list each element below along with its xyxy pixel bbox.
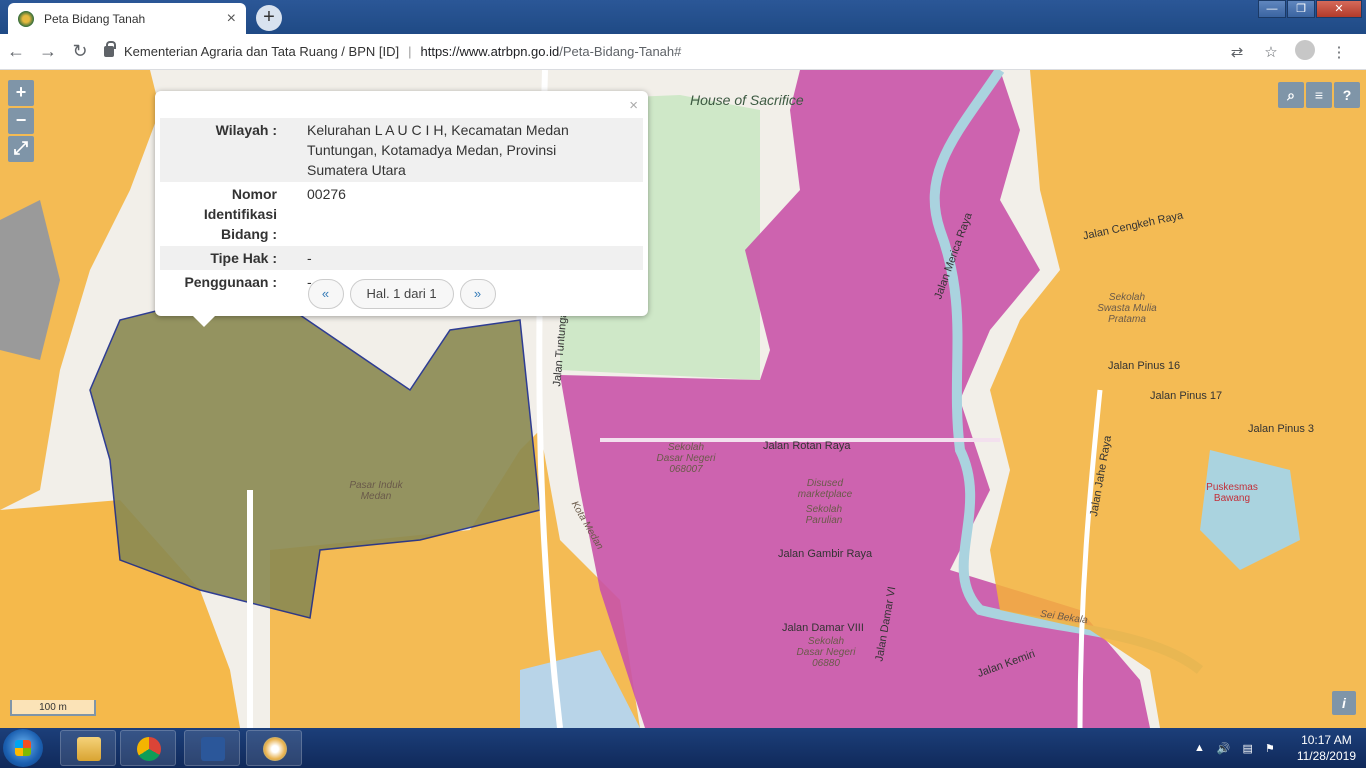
table-row: Wilayah : Kelurahan L A U C I H, Kecamat…	[160, 118, 643, 182]
site-favicon-icon	[18, 10, 34, 27]
minimize-button[interactable]: —	[1258, 0, 1286, 18]
url-domain: https://www.atrbpn.go.id	[420, 44, 560, 59]
next-page-button[interactable]: »	[459, 279, 496, 309]
network-icon[interactable]: ▤	[1243, 742, 1253, 755]
help-icon[interactable]: ?	[1334, 82, 1360, 108]
zoom-out-button[interactable]: −	[8, 108, 34, 134]
windows-taskbar: ▲ 🔊 ▤ ⚑ 10:17 AM 11/28/2019	[0, 728, 1366, 768]
zoom-in-button[interactable]: +	[8, 80, 34, 106]
lock-icon	[104, 41, 116, 57]
forward-button[interactable]: →	[32, 41, 64, 62]
taskbar-word[interactable]	[184, 730, 240, 766]
translate-icon[interactable]: ⇄	[1220, 43, 1254, 61]
label-puskesmas-bawang: Puskesmas Bawang	[1206, 482, 1258, 504]
action-center-icon[interactable]: ⚑	[1265, 742, 1275, 755]
label-pasar-induk-medan: Pasar Induk Medan	[349, 480, 403, 502]
popup-pager: « Hal. 1 dari 1 »	[155, 279, 648, 309]
taskbar-chrome[interactable]	[120, 730, 176, 766]
url-path: /Peta-Bidang-Tanah#	[559, 44, 682, 59]
scale-bar: 100 m	[10, 700, 96, 716]
label-jalan-damar-viii: Jalan Damar VIII	[782, 622, 864, 634]
label-jalan-pinus-3: Jalan Pinus 3	[1248, 423, 1315, 435]
label-jalan-pinus-16: Jalan Pinus 16	[1108, 360, 1181, 372]
clock-date: 11/28/2019	[1296, 749, 1356, 763]
label-house-of-sacrifice: House of Sacrifice	[690, 92, 804, 108]
tray-expand-icon[interactable]: ▲	[1194, 742, 1205, 754]
tab-title: Peta Bidang Tanah	[44, 11, 146, 26]
new-tab-button[interactable]: +	[256, 5, 282, 31]
parcel-info-table: Wilayah : Kelurahan L A U C I H, Kecamat…	[160, 118, 643, 294]
search-icon[interactable]: ⌕	[1278, 82, 1304, 108]
table-row: Nomor Identifikasi Bidang : 00276	[160, 182, 643, 246]
start-button[interactable]	[3, 729, 43, 767]
volume-icon[interactable]: 🔊	[1217, 742, 1231, 755]
window-controls: — ❐ ✕	[1257, 0, 1362, 18]
row-value: Kelurahan L A U C I H, Kecamatan Medan T…	[307, 122, 569, 178]
label-sekolah-dasar-negeri: Sekolah Dasar Negeri 068007	[656, 442, 716, 475]
label-jalan-rotan-raya: Jalan Rotan Raya	[763, 440, 851, 452]
browser-toolbar: ← → ↻ Kementerian Agraria dan Tata Ruang…	[0, 34, 1366, 70]
label-sekolah-swasta: Sekolah Swasta Mulia Pratama	[1097, 292, 1157, 325]
system-tray: ▲ 🔊 ▤ ⚑ 10:17 AM 11/28/2019	[1194, 728, 1356, 768]
row-value: 00276	[307, 186, 346, 202]
fullscreen-button[interactable]: ⤢	[8, 136, 34, 162]
window-close-button[interactable]: ✕	[1316, 0, 1362, 18]
windows-logo-icon	[15, 740, 31, 756]
row-key: Wilayah :	[215, 122, 277, 138]
chrome-icon	[137, 737, 161, 761]
map-tools: ⌕ ≡ ?	[1278, 82, 1360, 108]
folder-icon	[77, 737, 101, 761]
row-key: Nomor Identifikasi Bidang :	[203, 186, 277, 242]
taskbar-paint[interactable]	[246, 730, 302, 766]
bookmark-star-icon[interactable]: ☆	[1254, 43, 1288, 61]
table-row: Tipe Hak : -	[160, 246, 643, 270]
info-button[interactable]: i	[1332, 691, 1356, 715]
label-sekolah-parulian: Sekolah Parulian	[805, 504, 843, 526]
word-icon	[201, 737, 225, 761]
label-disused-marketplace: Disused marketplace	[797, 478, 853, 500]
profile-avatar[interactable]	[1288, 39, 1322, 64]
popup-close-icon[interactable]: ×	[629, 97, 638, 114]
browser-tab[interactable]: Peta Bidang Tanah ×	[8, 3, 246, 34]
reload-button[interactable]: ↻	[64, 41, 96, 62]
page-indicator: Hal. 1 dari 1	[349, 279, 454, 309]
address-bar[interactable]: Kementerian Agraria dan Tata Ruang / BPN…	[104, 41, 1220, 59]
back-button[interactable]: ←	[0, 41, 32, 62]
taskbar-explorer[interactable]	[60, 730, 116, 766]
popup-pointer	[193, 316, 215, 327]
clock-time: 10:17 AM	[1301, 733, 1352, 747]
paint-icon	[263, 737, 287, 761]
toolbar-actions: ⇄ ☆ ⋮	[1220, 39, 1356, 64]
layers-menu-icon[interactable]: ≡	[1306, 82, 1332, 108]
maximize-button[interactable]: ❐	[1287, 0, 1315, 18]
browser-titlebar: Peta Bidang Tanah × + — ❐ ✕	[0, 0, 1366, 34]
label-jalan-pinus-17: Jalan Pinus 17	[1150, 390, 1223, 402]
row-key: Tipe Hak :	[210, 250, 277, 266]
zoom-controls: + − ⤢	[8, 80, 34, 164]
prev-page-button[interactable]: «	[307, 279, 344, 309]
parcel-info-popup: × Wilayah : Kelurahan L A U C I H, Kecam…	[155, 91, 648, 327]
label-sekolah-06880: Sekolah Dasar Negeri 06880	[796, 636, 856, 669]
site-identity: Kementerian Agraria dan Tata Ruang / BPN…	[124, 44, 400, 59]
system-clock[interactable]: 10:17 AM 11/28/2019	[1297, 732, 1356, 764]
browser-menu-icon[interactable]: ⋮	[1322, 43, 1356, 61]
label-jalan-gambir-raya: Jalan Gambir Raya	[778, 548, 873, 560]
row-value: -	[307, 250, 312, 266]
address-separator: |	[408, 44, 412, 59]
tab-close-icon[interactable]: ×	[227, 10, 236, 28]
